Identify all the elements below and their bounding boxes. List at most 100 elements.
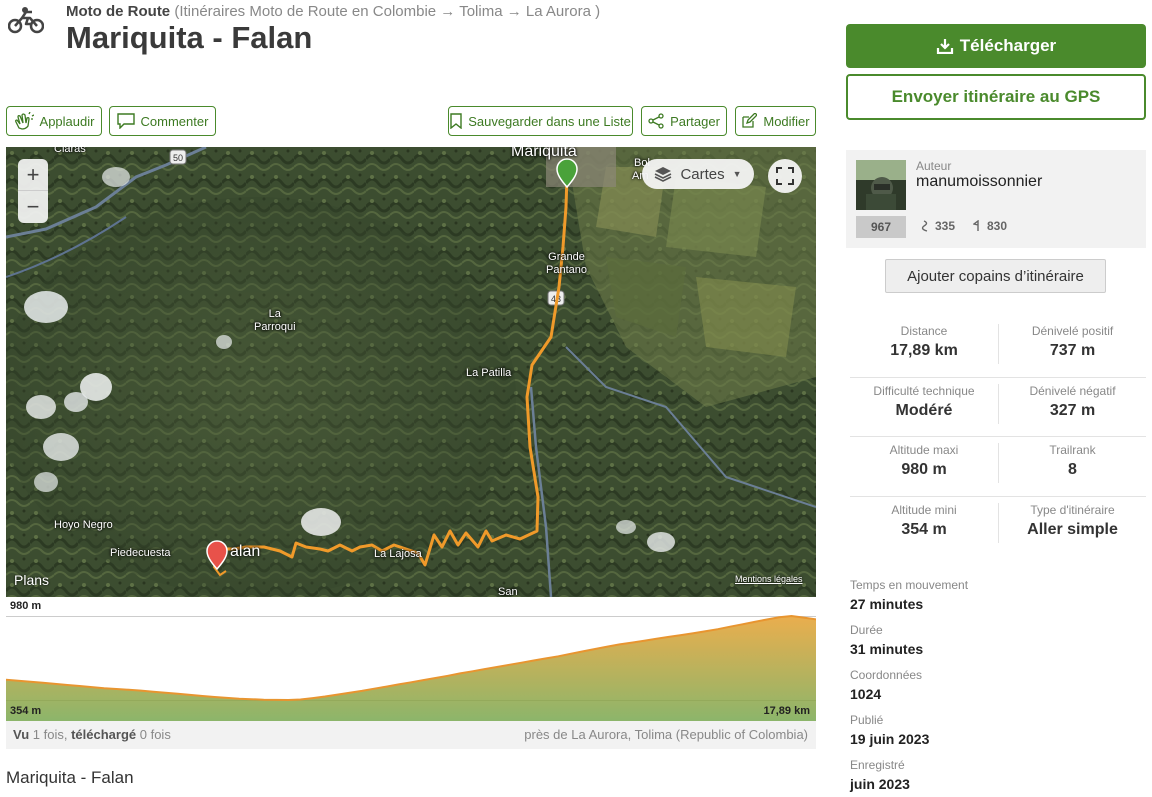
elevation-max-label: 980 m	[10, 600, 42, 612]
map-provider-label: Plans	[14, 572, 50, 588]
place-piedecuesta: Piedecuesta	[110, 547, 171, 559]
download-icon	[936, 39, 953, 54]
info-caption: Temps en mouvement	[850, 578, 969, 592]
author-flags-count: 830	[973, 219, 1007, 233]
info-caption: Publié	[850, 713, 884, 727]
road-shield-50: 50	[169, 149, 187, 165]
flag-icon	[973, 220, 979, 231]
info-value: juin 2023	[850, 776, 910, 792]
info-caption: Enregistré	[850, 758, 905, 772]
comment-icon	[116, 113, 135, 129]
breadcrumb-category[interactable]: Moto de Route	[66, 3, 170, 20]
applaud-button[interactable]: Applaudir	[6, 106, 102, 136]
svg-text:50: 50	[173, 153, 183, 163]
elevation-profile[interactable]: 980 m 354 m 17,89 km	[5, 597, 817, 721]
download-label: Télécharger	[959, 36, 1057, 55]
page-title: Mariquita - Falan	[66, 20, 313, 55]
layers-icon	[655, 167, 672, 182]
clap-icon	[14, 112, 34, 130]
seen-label: Vu	[13, 727, 30, 742]
avatar[interactable]	[856, 160, 906, 210]
trail-info-list: Temps en mouvement 27 minutes Durée 31 min…	[850, 578, 968, 797]
stat-elevation-loss-value: 327 m	[1049, 401, 1096, 419]
place-claras: Claras	[54, 147, 86, 155]
stat-trail-type-caption: Type d'itinéraire	[1030, 502, 1115, 517]
edit-label: Modifier	[763, 113, 810, 129]
seen-count: 1 fois,	[32, 727, 68, 742]
author-name[interactable]: manumoissonnier	[916, 173, 1042, 191]
zoom-in-button[interactable]: +	[18, 159, 48, 191]
info-published: Publié 19 juin 2023	[850, 713, 968, 758]
place-la-parroqui: La Parroqui	[254, 308, 296, 333]
place-grande-pantano: Grande Pantano	[546, 251, 587, 276]
edit-button[interactable]: Modifier	[735, 106, 816, 136]
author-flags-value: 830	[987, 219, 1008, 233]
info-value: 1024	[850, 686, 882, 702]
breadcrumb-path[interactable]: (Itinéraires Moto de Route en Colombie →…	[174, 3, 600, 20]
save-to-list-label: Sauvegarder dans une Liste	[468, 113, 631, 129]
applaud-label: Applaudir	[39, 113, 95, 129]
downloaded-count: 0 fois	[139, 727, 171, 742]
location-text[interactable]: près de La Aurora, Tolima (Republic of C…	[524, 727, 808, 742]
downloaded-label: téléchargé	[71, 727, 137, 742]
trail-stats-grid: Distance 17,89 km Dénivelé positif 737 m D…	[850, 318, 1146, 556]
fullscreen-button[interactable]	[768, 159, 802, 193]
route-map[interactable]: 50 43 Mariquita Claras Bol Am Grande Pan…	[6, 147, 816, 597]
map-layers-label: Cartes	[680, 165, 725, 183]
author-caption: Auteur	[916, 159, 952, 173]
share-label: Partager	[670, 113, 720, 129]
chevron-down-icon: ▼	[732, 169, 742, 179]
add-trail-buddies-button[interactable]: Ajouter copains d’itinéraire	[885, 259, 1106, 293]
stat-trail-type-value: Aller simple	[1027, 520, 1118, 538]
zoom-out-button[interactable]: −	[18, 191, 48, 223]
send-to-gps-button[interactable]: Envoyer itinéraire au GPS	[846, 74, 1146, 120]
fullscreen-icon	[776, 167, 794, 185]
info-value: 31 minutes	[850, 641, 924, 657]
stat-difficulty-value: Modéré	[895, 401, 953, 419]
stats-row: Altitude mini 354 m Type d'itinéraire Alle…	[850, 497, 1146, 557]
place-la-lajosa: La Lajosa	[374, 548, 422, 560]
stat-difficulty-caption: Difficulté technique	[873, 383, 975, 398]
place-la-patilla: La Patilla	[466, 367, 512, 379]
stat-distance-value: 17,89 km	[890, 342, 958, 359]
edit-icon	[742, 113, 758, 128]
stats-row: Difficulté technique Modéré Dénivelé néga…	[850, 378, 1146, 437]
map-provider-logo: Plans	[14, 572, 49, 588]
stat-min-altitude-value: 354 m	[901, 520, 947, 538]
motorcycle-icon	[8, 7, 44, 34]
author-points-badge: 967	[856, 216, 906, 238]
breadcrumb: Moto de Route (Itinéraires Moto de Route…	[66, 3, 600, 20]
author-trails-count: 335	[921, 219, 955, 233]
elevation-min-label: 354 m	[10, 705, 42, 717]
place-falan: alan	[230, 543, 261, 560]
author-card: Auteur manumoissonnier 967 335 830	[846, 150, 1146, 248]
stat-max-altitude-value: 980 m	[901, 461, 947, 478]
info-caption: Durée	[850, 623, 883, 637]
info-recorded: Enregistré juin 2023	[850, 758, 968, 797]
info-moving-time: Temps en mouvement 27 minutes	[850, 578, 968, 623]
stat-elevation-loss-caption: Dénivelé négatif	[1029, 383, 1116, 398]
comment-button[interactable]: Commenter	[109, 106, 216, 136]
stat-elevation-gain-value: 737 m	[1049, 342, 1096, 359]
share-button[interactable]: Partager	[641, 106, 727, 136]
download-button[interactable]: Télécharger	[846, 24, 1146, 68]
info-duration: Durée 31 minutes	[850, 623, 968, 668]
author-trails-value: 335	[935, 219, 956, 233]
map-layers-button[interactable]: Cartes ▼	[642, 159, 754, 189]
save-to-list-button[interactable]: Sauvegarder dans une Liste	[448, 106, 633, 136]
elevation-distance-label: 17,89 km	[763, 705, 810, 717]
elevation-chart	[5, 597, 817, 721]
stat-trailrank-caption: Trailrank	[1049, 443, 1096, 457]
place-mariquita: Mariquita	[511, 147, 577, 160]
stat-trailrank-value: 8	[1068, 461, 1077, 478]
place-san: San	[498, 586, 518, 597]
legal-link[interactable]: Mentions légales	[735, 574, 803, 584]
description-title: Mariquita - Falan	[6, 768, 134, 787]
info-value: 27 minutes	[850, 596, 924, 612]
stats-row: Distance 17,89 km Dénivelé positif 737 m	[850, 318, 1146, 378]
stat-elevation-gain-caption: Dénivelé positif	[1031, 324, 1114, 338]
comment-label: Commenter	[140, 113, 209, 129]
stat-distance-caption: Distance	[900, 324, 948, 338]
place-hoyo-negro: Hoyo Negro	[54, 519, 113, 531]
info-caption: Coordonnées	[850, 668, 923, 682]
